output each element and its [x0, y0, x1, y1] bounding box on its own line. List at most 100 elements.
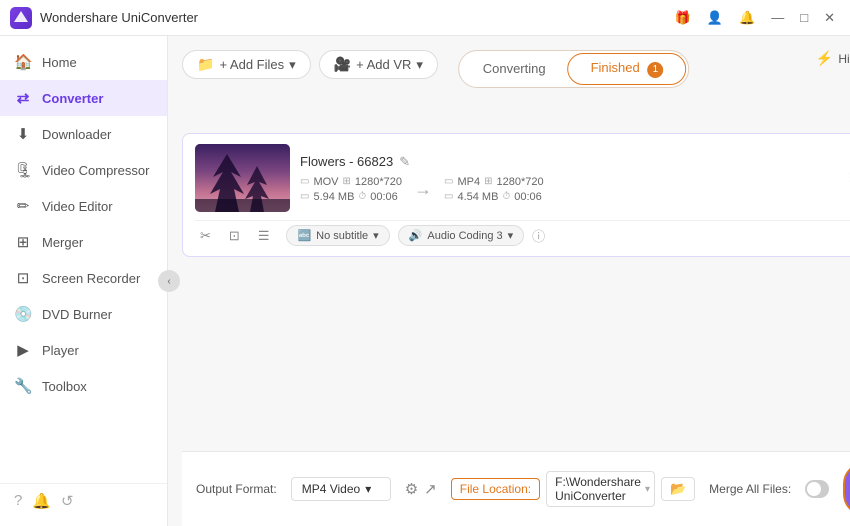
- high-speed-label: High Speed Conversion: [838, 52, 850, 66]
- audio-select[interactable]: 🔊 Audio Coding 3 ▾: [398, 225, 524, 246]
- target-resolution: 1280*720: [496, 176, 543, 188]
- audio-wave-icon: 🔊: [409, 229, 423, 242]
- sidebar-item-merger[interactable]: ⊞ Merger: [0, 224, 167, 260]
- sidebar-item-dvd-burner[interactable]: 💿 DVD Burner: [0, 296, 167, 332]
- target-format: MP4: [457, 176, 480, 188]
- titlebar-controls: 🎁 👤 🔔 — □ ✕: [670, 8, 840, 28]
- compressor-icon: 🗜: [14, 161, 32, 179]
- screen-recorder-icon: ⊡: [14, 269, 32, 287]
- sidebar-item-video-editor[interactable]: ✏ Video Editor: [0, 188, 167, 224]
- target-size: 4.54 MB: [457, 191, 498, 203]
- sidebar-item-video-compressor[interactable]: 🗜 Video Compressor: [0, 152, 167, 188]
- main-content: 📁 + Add Files ▾ 🎥 + Add VR ▾ Converting …: [168, 36, 850, 526]
- sidebar-item-downloader[interactable]: ⬇ Downloader: [0, 116, 167, 152]
- maximize-icon[interactable]: □: [795, 8, 813, 27]
- close-icon[interactable]: ✕: [819, 8, 840, 28]
- sidebar-item-player[interactable]: ▶ Player: [0, 332, 167, 368]
- sidebar-item-toolbox[interactable]: 🔧 Toolbox: [0, 368, 167, 404]
- subtitle-icon: 🔤: [297, 229, 311, 242]
- app-logo: [10, 7, 32, 29]
- sidebar-bottom: ? 🔔 ↺: [0, 483, 167, 518]
- sidebar-item-home[interactable]: 🏠 Home: [0, 44, 167, 80]
- bell-icon[interactable]: 🔔: [734, 8, 760, 28]
- sidebar-label-merger: Merger: [42, 235, 83, 250]
- file-path-chevron: ▾: [645, 484, 650, 495]
- subtitle-chevron: ▾: [373, 229, 379, 242]
- target-resolution-icon: ⊞: [484, 176, 492, 187]
- tab-converting[interactable]: Converting: [461, 55, 568, 82]
- output-format-chevron: ▾: [365, 482, 371, 496]
- cut-icon[interactable]: ✂: [195, 226, 216, 246]
- dvd-burner-icon: 💿: [14, 305, 32, 323]
- file-meta: ▭ MOV ⊞ 1280*720 ▭ 5.94 MB ⏱ 00:06: [300, 176, 839, 203]
- add-vr-button[interactable]: 🎥 + Add VR ▾: [319, 50, 438, 79]
- bottom-bar: Output Format: MP4 Video ▾ ⚙ ↗ File Loca…: [182, 451, 850, 526]
- sidebar-item-converter[interactable]: ⇄ Converter: [0, 80, 167, 116]
- share-icon[interactable]: ↗: [424, 480, 437, 498]
- target-size-row: ▭ 4.54 MB ⏱ 00:06: [444, 191, 544, 203]
- effects-icon[interactable]: ☰: [253, 226, 275, 246]
- converter-icon: ⇄: [14, 89, 32, 107]
- gift-icon[interactable]: 🎁: [670, 8, 696, 28]
- settings-small-icon[interactable]: ⚙: [405, 480, 418, 498]
- sidebar-label-editor: Video Editor: [42, 199, 113, 214]
- output-icons: ⚙ ↗: [405, 480, 437, 498]
- sidebar-label-player: Player: [42, 343, 79, 358]
- minimize-icon[interactable]: —: [766, 8, 789, 27]
- file-name-row: Flowers - 66823 ✎: [300, 154, 839, 170]
- file-location-label: File Location:: [451, 478, 540, 500]
- source-format-icon: ▭: [300, 176, 309, 187]
- sidebar-label-downloader: Downloader: [42, 127, 111, 142]
- finished-label: Finished: [591, 60, 640, 75]
- user-icon[interactable]: 👤: [702, 8, 728, 28]
- file-info: Flowers - 66823 ✎ ▭ MOV ⊞ 1280*720: [300, 154, 839, 203]
- toolbox-icon: 🔧: [14, 377, 32, 395]
- file-card-bottom: ✂ ⊡ ☰ 🔤 No subtitle ▾ 🔊 Audio Coding 3 ▾…: [195, 220, 850, 246]
- help-icon[interactable]: ?: [14, 492, 22, 510]
- file-area: Flowers - 66823 ✎ ▭ MOV ⊞ 1280*720: [182, 133, 850, 451]
- target-format-icon: ▭: [444, 176, 453, 187]
- target-size-icon: ▭: [444, 191, 453, 202]
- merge-all-toggle[interactable]: [805, 480, 829, 498]
- subtitle-value: No subtitle: [316, 230, 368, 242]
- app-body: 🏠 Home ⇄ Converter ⬇ Downloader 🗜 Video …: [0, 36, 850, 526]
- file-edit-icon[interactable]: ✎: [399, 154, 410, 170]
- source-format: MOV: [313, 176, 338, 188]
- high-speed-conversion[interactable]: ⚡ High Speed Conversion: [816, 50, 850, 67]
- audio-value: Audio Coding 3: [427, 230, 502, 242]
- finished-badge: 1: [647, 62, 663, 78]
- open-folder-button[interactable]: 📂: [661, 477, 695, 501]
- audio-chevron: ▾: [508, 229, 514, 242]
- home-icon: 🏠: [14, 53, 32, 71]
- crop-icon[interactable]: ⊡: [224, 226, 245, 246]
- sidebar: 🏠 Home ⇄ Converter ⬇ Downloader 🗜 Video …: [0, 36, 168, 526]
- start-all-button[interactable]: Start All: [843, 462, 850, 516]
- add-files-label: + Add Files: [219, 57, 284, 72]
- downloader-icon: ⬇: [14, 125, 32, 143]
- notification-icon[interactable]: 🔔: [32, 492, 51, 510]
- source-size-row: ▭ 5.94 MB ⏱ 00:06: [300, 191, 402, 203]
- refresh-icon[interactable]: ↺: [61, 492, 74, 510]
- sidebar-label-compressor: Video Compressor: [42, 163, 149, 178]
- file-location-path[interactable]: F:\Wondershare UniConverter ▾: [546, 471, 655, 507]
- editor-icon: ✏: [14, 197, 32, 215]
- info-icon[interactable]: ⓘ: [532, 226, 545, 245]
- add-vr-label: + Add VR: [356, 57, 411, 72]
- add-vr-chevron: ▾: [416, 57, 423, 73]
- file-name: Flowers - 66823: [300, 154, 393, 169]
- output-format-value: MP4 Video: [302, 482, 360, 496]
- output-format-select[interactable]: MP4 Video ▾: [291, 477, 391, 501]
- source-duration-icon: ⏱: [358, 191, 366, 202]
- converting-label: Converting: [483, 61, 546, 76]
- merge-all-label: Merge All Files:: [709, 482, 791, 496]
- app-title: Wondershare UniConverter: [40, 10, 670, 25]
- sidebar-item-screen-recorder[interactable]: ⊡ Screen Recorder: [0, 260, 167, 296]
- sidebar-collapse-button[interactable]: ‹: [158, 270, 180, 292]
- add-files-button[interactable]: 📁 + Add Files ▾: [182, 50, 311, 79]
- source-duration: 00:06: [370, 191, 398, 203]
- tab-finished[interactable]: Finished 1: [568, 53, 687, 85]
- output-format-label: Output Format:: [196, 482, 277, 496]
- subtitle-select[interactable]: 🔤 No subtitle ▾: [286, 225, 389, 246]
- file-card-top: Flowers - 66823 ✎ ▭ MOV ⊞ 1280*720: [195, 144, 850, 212]
- sidebar-label-converter: Converter: [42, 91, 103, 106]
